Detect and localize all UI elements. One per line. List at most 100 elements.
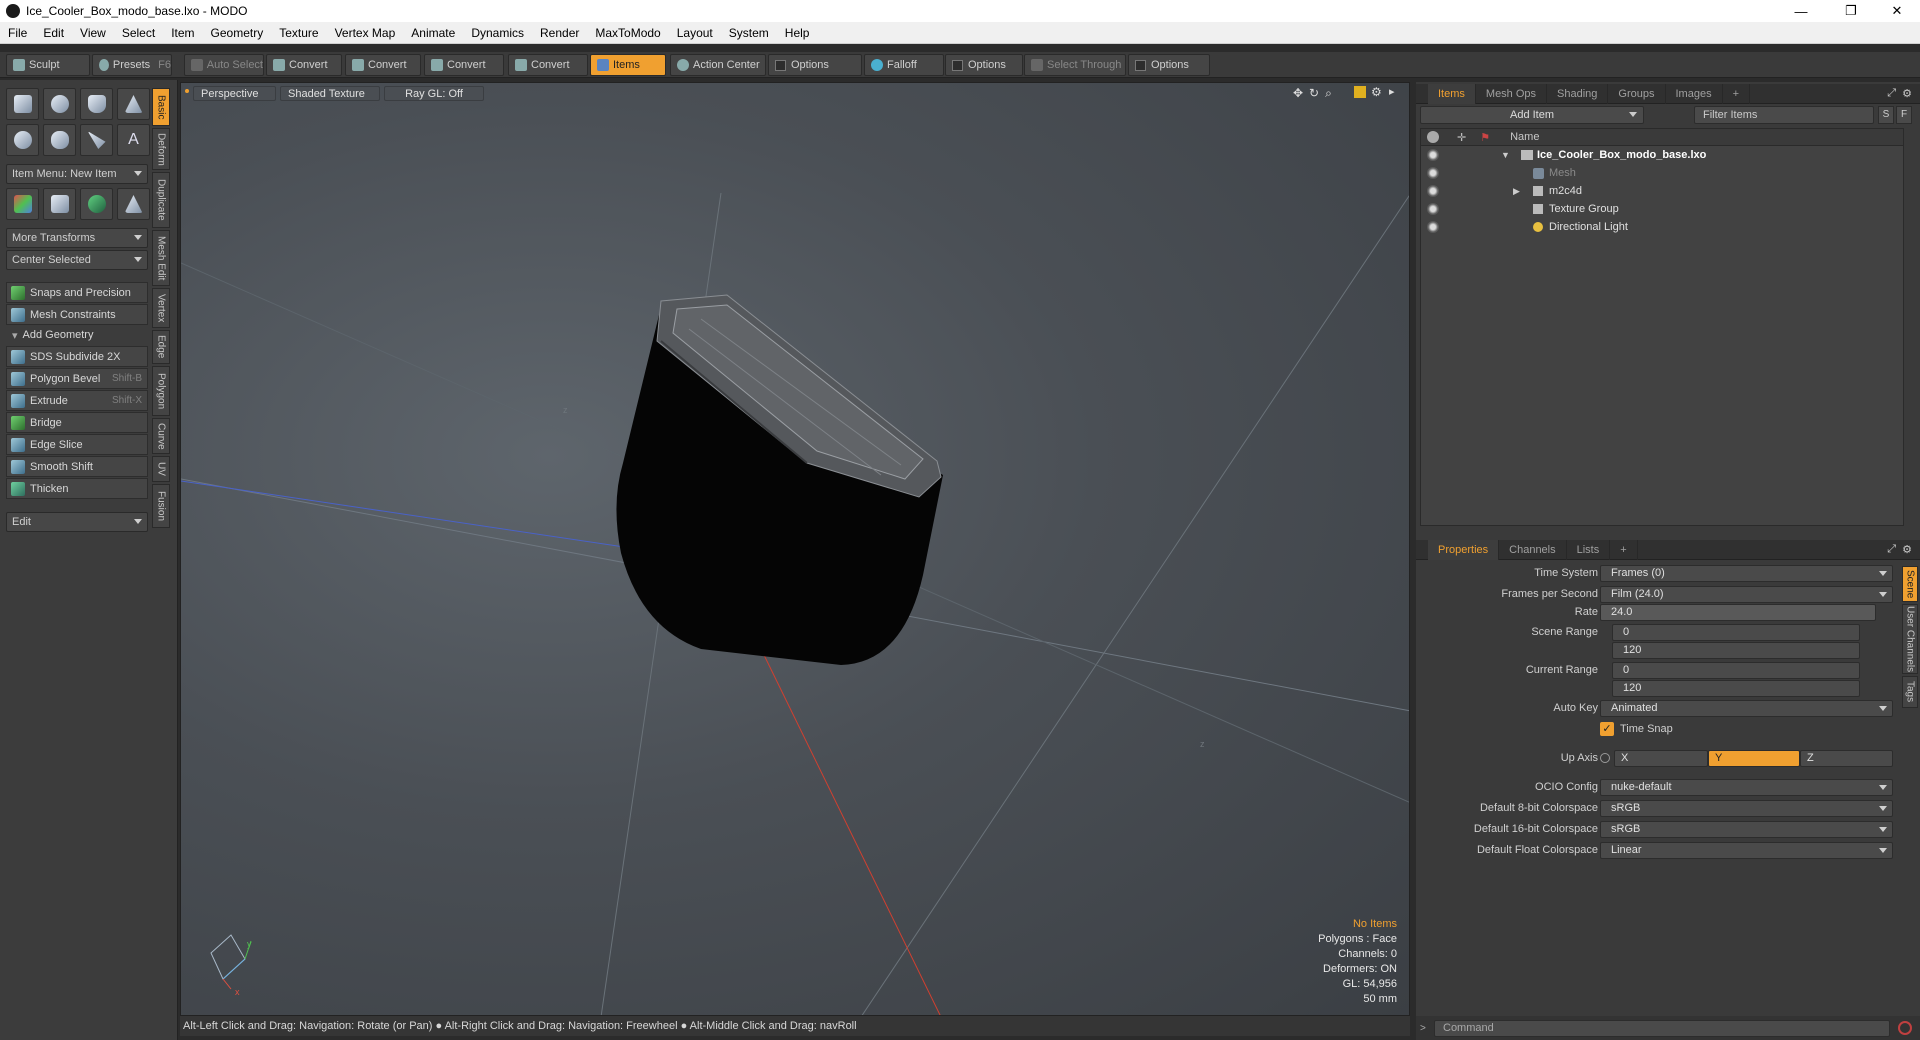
select-through-button[interactable]: Select Through [1024, 54, 1126, 76]
restore-button[interactable]: ❐ [1828, 0, 1874, 22]
cone-icon[interactable] [117, 88, 150, 120]
menu-vertex-map[interactable]: Vertex Map [327, 26, 404, 40]
expand-toggle-icon[interactable]: ▼ [1501, 150, 1510, 160]
filter-items-input[interactable]: Filter Items [1694, 106, 1874, 124]
convert-vertex-button[interactable]: Convert [266, 54, 342, 76]
menu-help[interactable]: Help [777, 26, 818, 40]
convert-item-button[interactable]: Convert [508, 54, 588, 76]
menu-geometry[interactable]: Geometry [203, 26, 272, 40]
edge-slice-button[interactable]: Edge Slice [6, 434, 148, 455]
convert-polygon-button[interactable]: Convert [424, 54, 504, 76]
record-icon[interactable] [1898, 1021, 1912, 1035]
more-transforms-dropdown[interactable]: More Transforms [6, 228, 148, 248]
3d-viewport[interactable]: Perspective Shaded Texture Ray GL: Off ✥… [180, 82, 1410, 1016]
eye-icon[interactable] [1427, 167, 1439, 179]
tab-lists[interactable]: Lists [1567, 539, 1611, 560]
rate-input[interactable]: 24.0 [1600, 603, 1876, 621]
tab-duplicate[interactable]: Duplicate [152, 172, 170, 228]
tab-groups[interactable]: Groups [1608, 83, 1666, 104]
capsule-icon[interactable] [43, 124, 76, 156]
tab-edge[interactable]: Edge [152, 330, 170, 364]
time-snap-checkbox[interactable]: ✓ [1600, 722, 1614, 736]
colorspace-8bit-dropdown[interactable]: sRGB [1600, 799, 1893, 817]
tab-channels[interactable]: Channels [1499, 539, 1567, 560]
eye-icon[interactable] [1427, 185, 1439, 197]
menu-animate[interactable]: Animate [403, 26, 463, 40]
scene-range-end-input[interactable]: 120 [1612, 641, 1860, 659]
add-geometry-header[interactable]: ▾ Add Geometry [6, 326, 148, 344]
torus-icon[interactable] [6, 124, 39, 156]
extrude-button[interactable]: Extrude Shift-X [6, 390, 148, 411]
eye-icon[interactable] [1427, 203, 1439, 215]
tab-properties[interactable]: Properties [1428, 539, 1500, 560]
center-selected-dropdown[interactable]: Center Selected [6, 250, 148, 270]
menu-item[interactable]: Item [163, 26, 202, 40]
up-axis-radio-icon[interactable] [1600, 753, 1610, 763]
tab-mesh-edit[interactable]: Mesh Edit [152, 230, 170, 286]
tab-user-channels[interactable]: User Channels [1902, 604, 1918, 674]
pyramid-grid-icon[interactable] [117, 188, 150, 220]
tab-vertex[interactable]: Vertex [152, 288, 170, 328]
tab-items[interactable]: Items [1428, 83, 1476, 104]
convert-edge-button[interactable]: Convert [345, 54, 421, 76]
fps-dropdown[interactable]: Film (24.0) [1600, 585, 1893, 603]
grid-icon[interactable] [43, 188, 76, 220]
globe-icon[interactable] [80, 188, 113, 220]
thicken-button[interactable]: Thicken [6, 478, 148, 499]
item-menu-dropdown[interactable]: Item Menu: New Item [6, 164, 148, 184]
edit-dropdown[interactable]: Edit [6, 512, 148, 532]
menu-edit[interactable]: Edit [35, 26, 72, 40]
tree-row-mesh[interactable]: Mesh [1421, 164, 1903, 182]
presets-button[interactable]: Presets F6 [92, 54, 172, 76]
current-range-start-input[interactable]: 0 [1612, 661, 1860, 679]
menu-system[interactable]: System [721, 26, 777, 40]
add-tab-button[interactable]: + [1723, 83, 1751, 104]
tab-images[interactable]: Images [1666, 83, 1723, 104]
mesh-constraints-button[interactable]: Mesh Constraints [6, 304, 148, 325]
visibility-column-icon[interactable] [1427, 131, 1439, 143]
sculpt-button[interactable]: Sculpt [6, 54, 90, 76]
tab-basic[interactable]: Basic [152, 88, 170, 126]
smooth-shift-button[interactable]: Smooth Shift [6, 456, 148, 477]
tab-scene[interactable]: Scene [1902, 566, 1918, 602]
bridge-button[interactable]: Bridge [6, 412, 148, 433]
tab-curve[interactable]: Curve [152, 418, 170, 454]
sphere-icon[interactable] [43, 88, 76, 120]
minimize-button[interactable]: — [1778, 0, 1824, 22]
render-column-icon[interactable]: ⚑ [1480, 131, 1490, 144]
menu-layout[interactable]: Layout [669, 26, 721, 40]
menu-select[interactable]: Select [114, 26, 163, 40]
tab-tags[interactable]: Tags [1902, 676, 1918, 708]
filter-s-button[interactable]: S [1878, 106, 1894, 124]
scene-range-start-input[interactable]: 0 [1612, 623, 1860, 641]
add-item-dropdown[interactable]: Add Item [1420, 106, 1644, 124]
auto-key-dropdown[interactable]: Animated [1600, 699, 1893, 717]
menu-view[interactable]: View [72, 26, 114, 40]
filter-f-button[interactable]: F [1896, 106, 1912, 124]
current-range-end-input[interactable]: 120 [1612, 679, 1860, 697]
time-system-dropdown[interactable]: Frames (0) [1600, 564, 1893, 582]
cube-icon[interactable] [6, 88, 39, 120]
add-properties-tab-button[interactable]: + [1610, 539, 1638, 560]
auto-select-button[interactable]: Auto Select [184, 54, 264, 76]
text-icon[interactable]: A [117, 124, 150, 156]
menu-render[interactable]: Render [532, 26, 587, 40]
menu-file[interactable]: File [0, 26, 35, 40]
falloff-button[interactable]: Falloff [864, 54, 944, 76]
colorspace-16bit-dropdown[interactable]: sRGB [1600, 820, 1893, 838]
eye-icon[interactable] [1427, 221, 1439, 233]
command-input[interactable]: Command [1434, 1019, 1890, 1037]
cylinder-icon[interactable] [80, 88, 113, 120]
tab-shading[interactable]: Shading [1547, 83, 1609, 104]
pen-icon[interactable] [80, 124, 113, 156]
items-mode-button[interactable]: Items [590, 54, 666, 76]
action-center-options-button[interactable]: Options [768, 54, 862, 76]
menu-texture[interactable]: Texture [271, 26, 326, 40]
ocio-dropdown[interactable]: nuke-default [1600, 778, 1893, 796]
close-button[interactable]: ✕ [1874, 0, 1920, 22]
action-center-button[interactable]: Action Center [670, 54, 766, 76]
tab-fusion[interactable]: Fusion [152, 484, 170, 528]
transform-gizmo-icon[interactable] [6, 188, 39, 220]
tree-row-texture-group[interactable]: Texture Group [1421, 200, 1903, 218]
tab-mesh-ops[interactable]: Mesh Ops [1476, 83, 1548, 104]
